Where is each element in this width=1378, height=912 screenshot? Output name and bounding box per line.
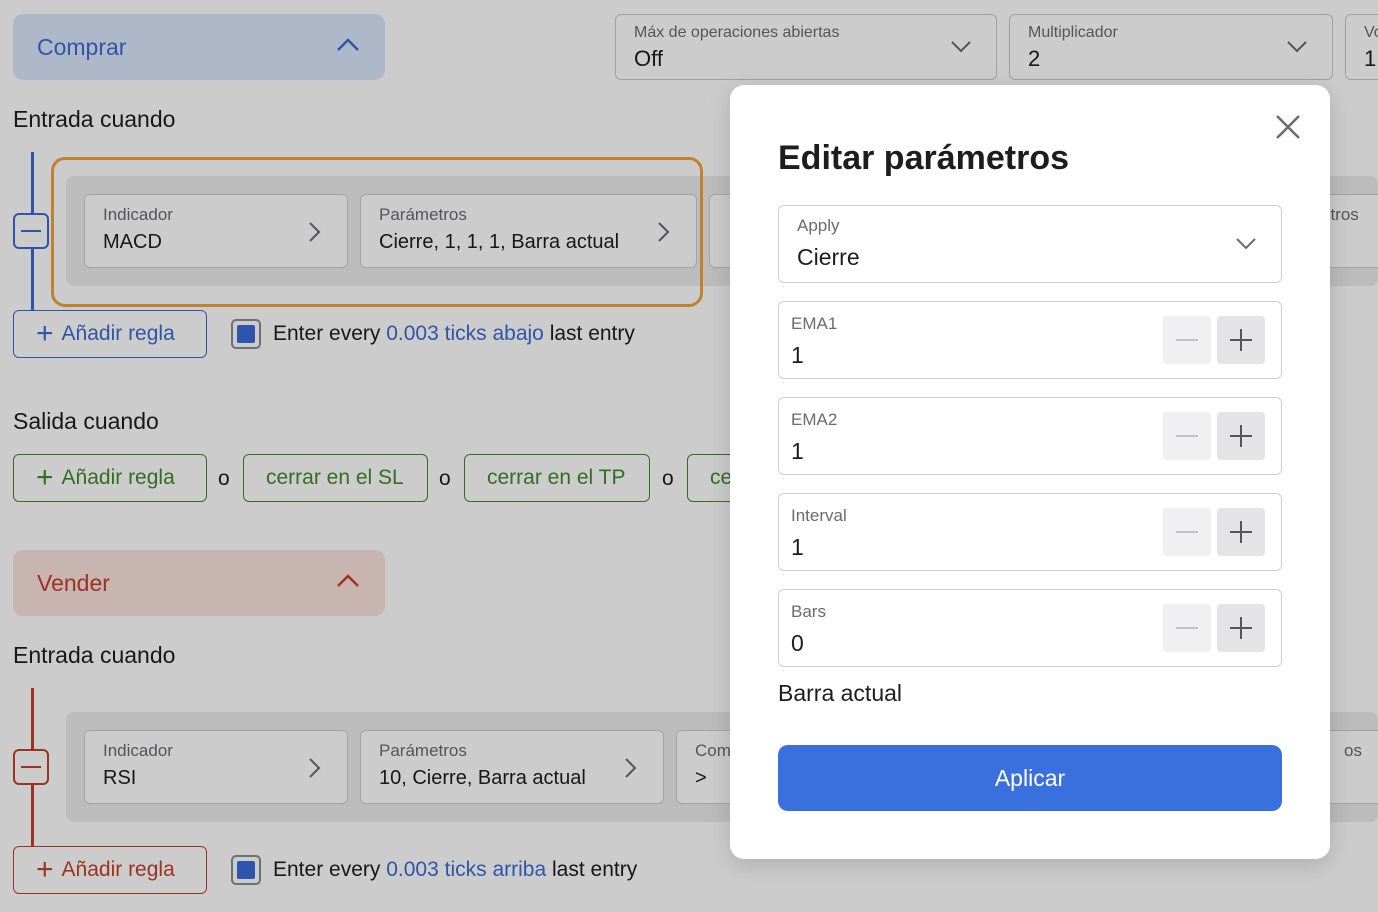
close-icon <box>1272 115 1304 147</box>
decrement-button[interactable] <box>1163 412 1211 460</box>
edit-parameters-dialog: Editar parámetros Apply Cierre EMA1 1 EM… <box>730 85 1330 859</box>
decrement-button[interactable] <box>1163 508 1211 556</box>
apply-value: Cierre <box>797 244 860 270</box>
stepper-value[interactable]: 1 <box>791 438 804 465</box>
bars-hint: Barra actual <box>778 680 903 706</box>
increment-button[interactable] <box>1217 508 1265 556</box>
apply-label: Apply <box>797 216 840 235</box>
apply-button[interactable]: Aplicar <box>778 745 1282 811</box>
chevron-down-icon <box>1235 236 1257 255</box>
dialog-title: Editar parámetros <box>778 139 1069 177</box>
ema1-stepper[interactable]: EMA1 1 <box>778 301 1282 379</box>
interval-stepper[interactable]: Interval 1 <box>778 493 1282 571</box>
bars-stepper[interactable]: Bars 0 <box>778 589 1282 667</box>
decrement-button[interactable] <box>1163 316 1211 364</box>
increment-button[interactable] <box>1217 412 1265 460</box>
stepper-label: Interval <box>791 506 847 525</box>
apply-select[interactable]: Apply Cierre <box>778 205 1282 283</box>
stepper-label: EMA2 <box>791 410 838 429</box>
increment-button[interactable] <box>1217 604 1265 652</box>
stepper-value[interactable]: 0 <box>791 630 804 657</box>
stepper-label: EMA1 <box>791 314 838 333</box>
close-button[interactable] <box>1272 111 1304 143</box>
stepper-value[interactable]: 1 <box>791 534 804 561</box>
stepper-value[interactable]: 1 <box>791 342 804 369</box>
increment-button[interactable] <box>1217 316 1265 364</box>
decrement-button[interactable] <box>1163 604 1211 652</box>
ema2-stepper[interactable]: EMA2 1 <box>778 397 1282 475</box>
stepper-label: Bars <box>791 602 826 621</box>
